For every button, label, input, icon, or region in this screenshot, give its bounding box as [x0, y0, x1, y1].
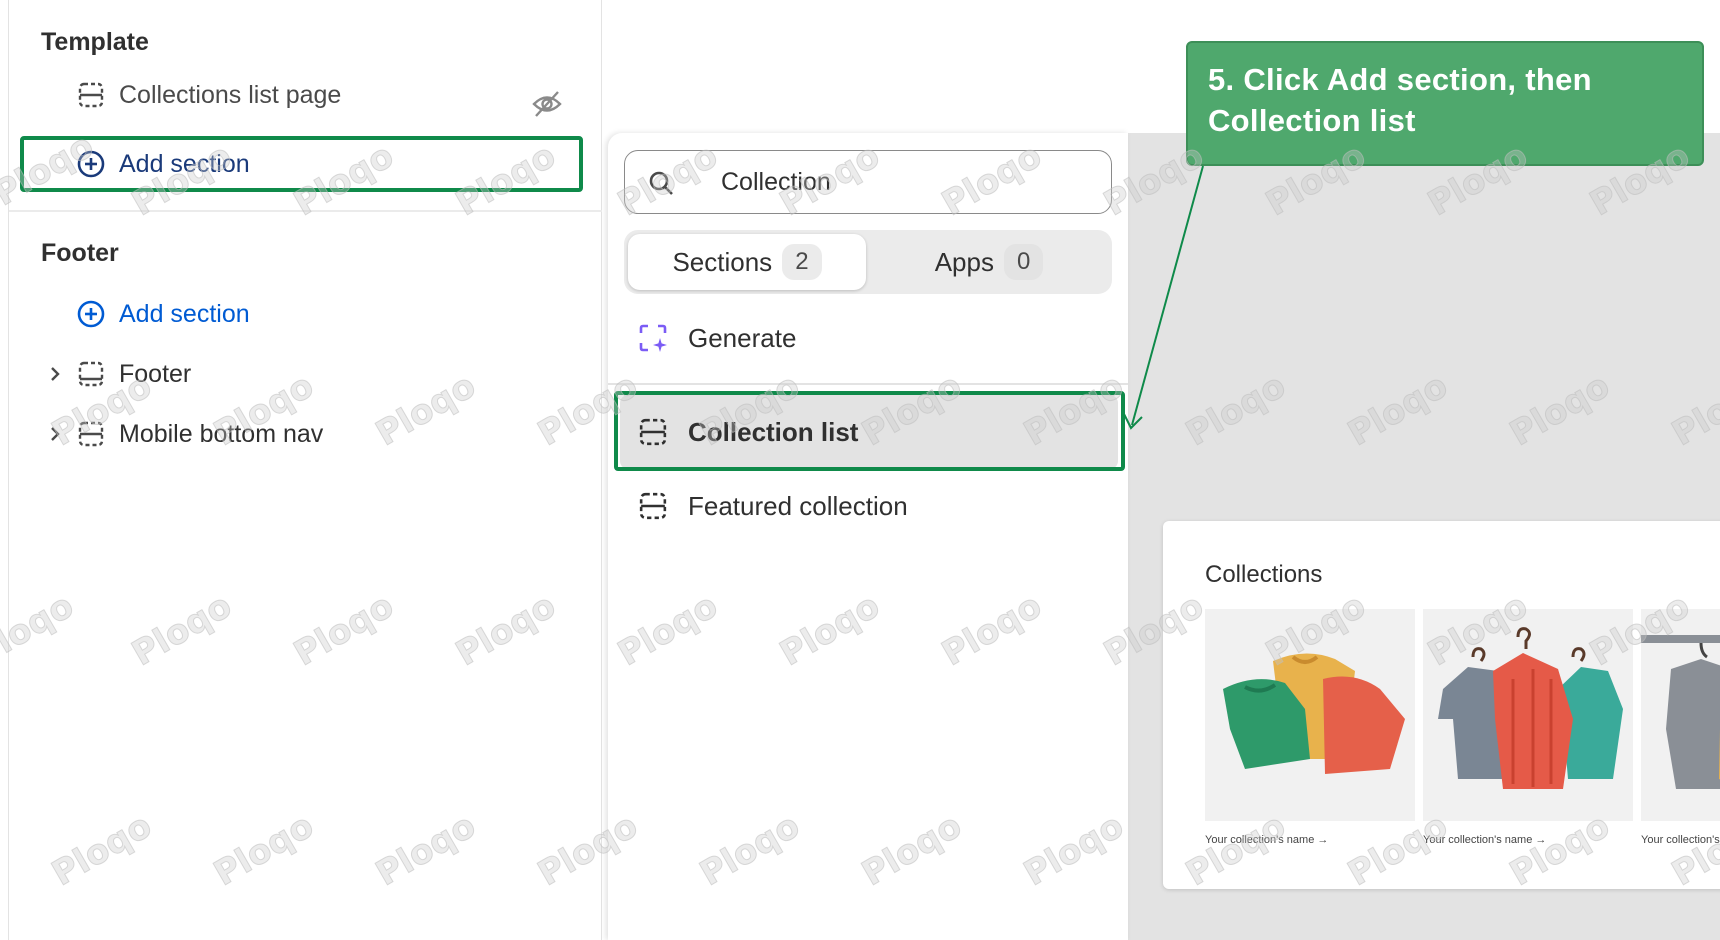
count-badge: 0 — [1003, 244, 1044, 280]
chevron-right-icon[interactable] — [45, 364, 65, 384]
preview-title: Collections — [1205, 561, 1323, 588]
hanging-shirts-image — [1438, 627, 1623, 789]
callout-line-1: 5. Click Add section, then — [1208, 62, 1592, 97]
tile-caption: Your collection's name → — [1423, 834, 1547, 846]
footer-add-section-button[interactable]: Add section — [77, 294, 250, 334]
result-featured-collection[interactable]: Featured collection — [638, 484, 908, 528]
section-icon — [638, 491, 668, 521]
plus-circle-icon — [77, 300, 105, 328]
footer-section-icon — [77, 360, 105, 388]
divider — [608, 383, 1128, 385]
tile-caption: Your collection's — [1641, 834, 1720, 846]
rack-shirts-image — [1641, 635, 1720, 789]
search-input[interactable]: Collection — [624, 150, 1112, 214]
folded-shirts-image — [1223, 653, 1405, 774]
result-label: Featured collection — [688, 490, 908, 521]
sparkle-generate-icon — [638, 323, 668, 353]
sidebar-item-label: Mobile bottom nav — [119, 419, 324, 448]
sidebar-item-mobile-bottom-nav[interactable]: Mobile bottom nav — [77, 414, 323, 454]
preview-tile — [1641, 609, 1720, 821]
chevron-right-icon[interactable] — [45, 424, 65, 444]
sidebar-item-label: Collections list page — [119, 80, 342, 109]
sidebar-item-label: Footer — [119, 359, 192, 388]
generate-button[interactable]: Generate — [638, 316, 796, 360]
sidebar-item-collections-list-page[interactable]: Collections list page — [77, 75, 341, 115]
add-section-picker: Collection Sections 2 Apps 0 Generate Co… — [608, 133, 1128, 940]
count-badge: 2 — [782, 244, 822, 280]
tab-apps[interactable]: Apps 0 — [870, 234, 1108, 290]
tab-label: Apps — [934, 246, 994, 277]
tab-sections[interactable]: Sections 2 — [628, 234, 866, 290]
eye-slash-icon[interactable] — [531, 89, 563, 119]
section-icon — [77, 420, 105, 448]
generate-label: Generate — [688, 322, 797, 353]
tile-caption: Your collection's name → — [1205, 834, 1329, 846]
sidebar-item-footer[interactable]: Footer — [77, 354, 191, 394]
search-icon — [649, 171, 673, 195]
theme-editor: Template Collections list page Add secti… — [0, 0, 1720, 940]
tab-label: Sections — [672, 246, 773, 277]
search-value: Collection — [721, 167, 831, 196]
preview-tile — [1205, 609, 1415, 821]
divider — [9, 210, 603, 212]
instruction-callout: 5. Click Add section, then Collection li… — [1186, 41, 1704, 166]
highlight-collection-list — [614, 391, 1125, 471]
collection-list-preview: Collections Your collection's name → You… — [1163, 521, 1720, 889]
preview-tile — [1423, 609, 1633, 821]
picker-tabs: Sections 2 Apps 0 — [624, 230, 1112, 294]
callout-line-2: Collection list — [1208, 103, 1416, 138]
section-icon — [77, 81, 105, 109]
add-section-label: Add section — [119, 299, 250, 328]
highlight-add-section — [20, 136, 583, 192]
template-group-title: Template — [41, 28, 149, 56]
footer-group-title: Footer — [41, 239, 119, 267]
